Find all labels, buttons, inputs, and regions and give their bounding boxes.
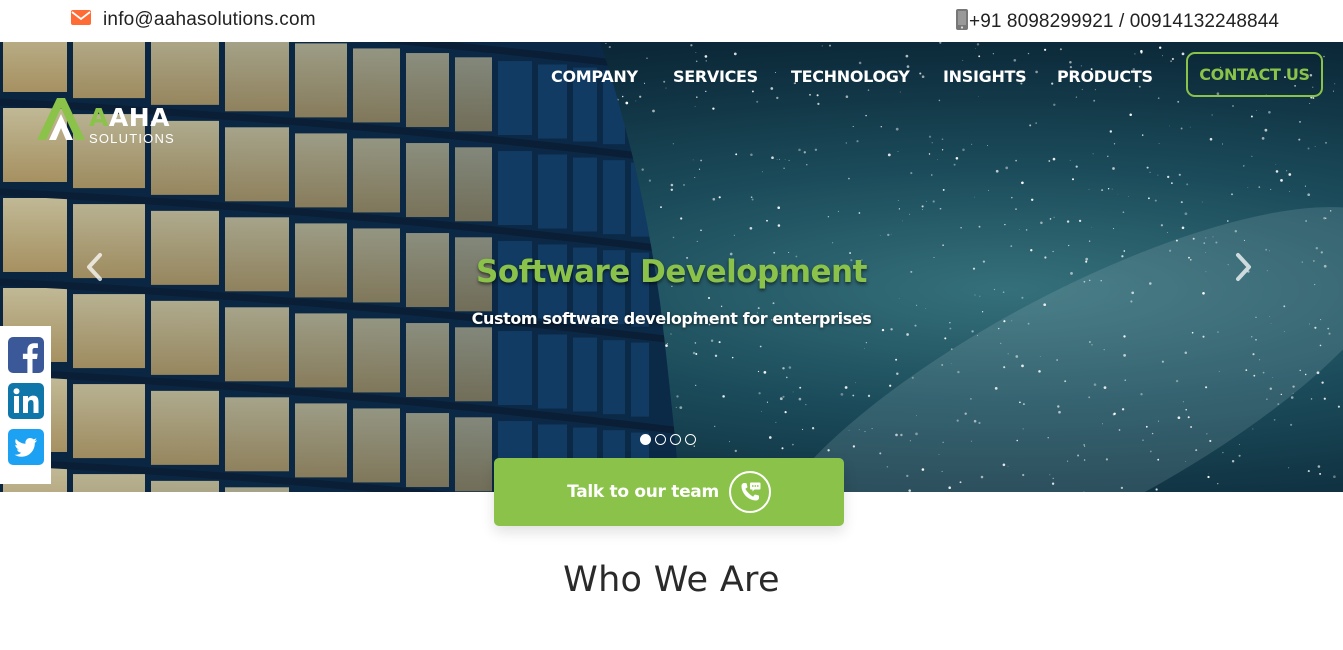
linkedin-icon[interactable] [7, 383, 44, 419]
talk-to-team-button[interactable]: Talk to our team [494, 458, 844, 526]
brand-logo[interactable]: AAHA SOLUTIONS [35, 96, 175, 147]
email-link[interactable]: info@aahasolutions.com [103, 9, 316, 31]
slider-indicators [640, 434, 696, 445]
chevron-left-icon [84, 252, 104, 287]
slide-subtitle: Custom software development for enterpri… [471, 309, 872, 328]
slider-dot-4[interactable] [685, 434, 696, 445]
slider-dot-2[interactable] [655, 434, 666, 445]
logo-name: AAHA [89, 103, 170, 132]
phone-link[interactable]: +91 8098299921 / 00914132248844 [969, 11, 1279, 33]
logo-subtitle: SOLUTIONS [89, 131, 175, 146]
slider-dot-1[interactable] [640, 434, 651, 445]
mobile-phone-icon [956, 9, 968, 35]
nav-technology[interactable]: TECHNOLOGY [791, 67, 910, 86]
twitter-icon[interactable] [7, 429, 44, 465]
slide-title-wrap: Software Development [0, 254, 1343, 290]
slide-subtitle-wrap: Custom software development for enterpri… [0, 309, 1343, 329]
slider-next-button[interactable] [1229, 252, 1259, 286]
nav-services[interactable]: SERVICES [673, 67, 758, 86]
nav-insights[interactable]: INSIGHTS [943, 67, 1027, 86]
phone-contact[interactable]: +91 8098299921 / 00914132248844 [956, 9, 1279, 35]
chevron-right-icon [1234, 252, 1254, 287]
top-contact-bar: info@aahasolutions.com +91 8098299921 / … [0, 0, 1343, 42]
facebook-icon[interactable] [7, 337, 44, 373]
logo-mark-icon [35, 96, 87, 147]
slider-dot-3[interactable] [670, 434, 681, 445]
email-contact[interactable]: info@aahasolutions.com [71, 9, 316, 31]
social-sidebar [0, 326, 51, 484]
nav-company[interactable]: COMPANY [551, 67, 638, 86]
slider-prev-button[interactable] [79, 252, 109, 286]
phone-chat-icon [728, 471, 771, 513]
talk-to-team-label: Talk to our team [567, 482, 719, 502]
who-we-are-heading: Who We Are [563, 560, 780, 600]
envelope-icon [71, 10, 91, 30]
slide-title: Software Development [476, 254, 867, 290]
nav-products[interactable]: PRODUCTS [1057, 67, 1153, 86]
contact-us-button[interactable]: CONTACT US [1186, 52, 1323, 97]
